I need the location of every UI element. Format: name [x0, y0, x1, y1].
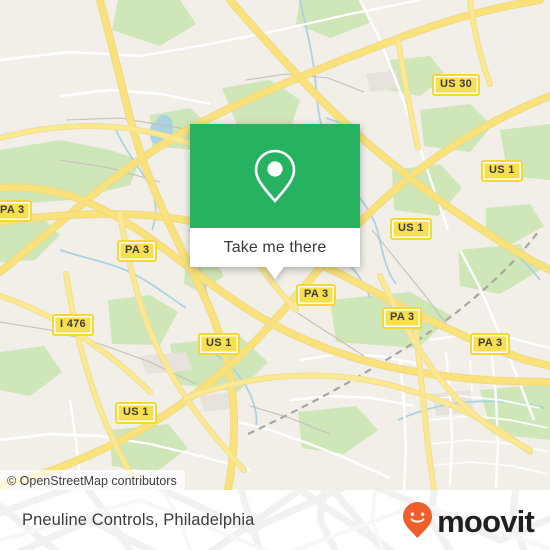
moovit-pin-icon	[403, 502, 433, 538]
location-title: Pneuline Controls, Philadelphia	[22, 510, 255, 529]
map-pin-icon	[254, 149, 296, 203]
map-canvas[interactable]: .grn { fill:#cfe6b8; } .grn2 { fill:#d9e…	[0, 0, 550, 490]
callout-label-area[interactable]: Take me there	[190, 228, 360, 267]
road-shield: PA 3	[0, 200, 33, 222]
road-shield: US 1	[115, 402, 157, 424]
moovit-location-card: .grn { fill:#cfe6b8; } .grn2 { fill:#d9e…	[0, 0, 550, 550]
road-shield: PA 3	[470, 333, 511, 355]
road-shield: PA 3	[382, 307, 423, 329]
road-shield: I 476	[52, 314, 94, 336]
road-shield: US 1	[390, 218, 432, 240]
road-shield: US 1	[198, 333, 240, 355]
map-attribution[interactable]: © OpenStreetMap contributors	[0, 470, 185, 490]
road-shield: PA 3	[296, 284, 337, 306]
road-shield: US 30	[432, 74, 481, 96]
moovit-logo[interactable]: moovit	[402, 490, 535, 550]
callout-pointer	[266, 267, 284, 279]
footer-bar: Pneuline Controls, Philadelphia moovit	[0, 490, 550, 550]
take-me-there-callout[interactable]: Take me there	[190, 124, 360, 279]
road-shield: PA 3	[117, 240, 158, 262]
callout-label: Take me there	[223, 238, 327, 256]
moovit-wordmark: moovit	[437, 503, 535, 539]
callout-icon-area	[190, 124, 360, 228]
road-shield: US 1	[481, 160, 523, 182]
